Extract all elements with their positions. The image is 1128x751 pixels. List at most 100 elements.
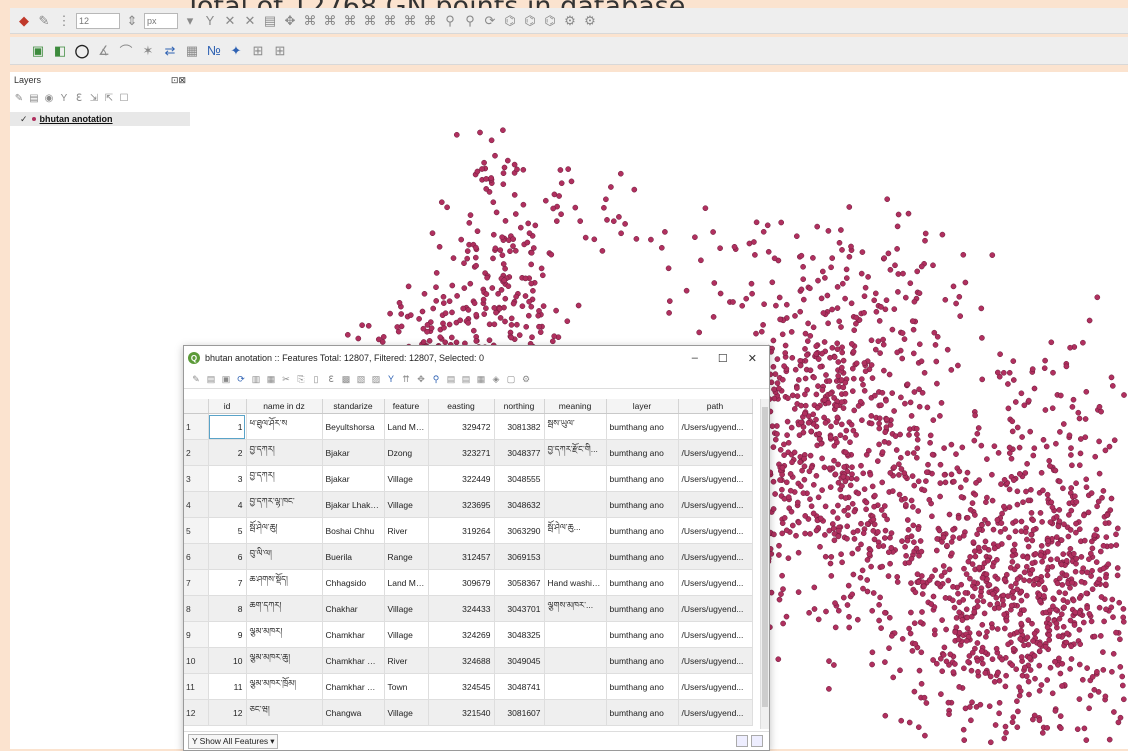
column-header[interactable]: feature (384, 399, 429, 414)
cell-id[interactable]: 5 (208, 517, 247, 544)
cell-easting[interactable]: 321540 (428, 699, 495, 726)
window-titlebar[interactable]: Q bhutan anotation :: Features Total: 12… (184, 346, 769, 370)
cell-feature[interactable]: River (384, 517, 429, 544)
cell-path[interactable]: /Users/ugyend... (678, 673, 753, 700)
cell-layer[interactable]: bumthang ano (606, 517, 679, 544)
grass-icon[interactable]: ▣ (30, 43, 46, 59)
cell-path[interactable]: /Users/ugyend... (678, 465, 753, 492)
cell-standarize[interactable]: Buerila (322, 543, 385, 570)
spin-icon[interactable]: ⇕ (124, 13, 140, 29)
cell-northing[interactable]: 3049045 (494, 647, 545, 674)
vertical-scrollbar[interactable] (760, 399, 769, 729)
table-row[interactable]: 10 10 ལྕམ་མཁར་ཆུ། Chamkhar Chhu River 32… (184, 647, 753, 674)
cell-easting[interactable]: 329472 (428, 413, 495, 440)
cell-feature[interactable]: Town (384, 673, 429, 700)
cell-name-dz[interactable]: བྱ་དཀར་ལྷ་ཁང་ (246, 491, 323, 518)
font-size-input[interactable]: 12 (76, 12, 120, 29)
move-label-icon[interactable]: ✥ (282, 13, 298, 29)
row-number[interactable]: 7 (184, 569, 209, 596)
table-row[interactable]: 6 6 བུ་ལི་ལ། Buerila Range 312457 306915… (184, 543, 753, 570)
cell-layer[interactable]: bumthang ano (606, 595, 679, 622)
invert-selection-icon[interactable]: ▧ (355, 373, 367, 385)
rotate-icon[interactable]: ⟳ (482, 13, 498, 29)
cell-meaning[interactable] (544, 491, 607, 518)
cell-path[interactable]: /Users/ugyend... (678, 647, 753, 674)
cell-layer[interactable]: bumthang ano (606, 543, 679, 570)
label-tool-5-icon[interactable]: ⌘ (382, 13, 398, 29)
cell-id[interactable]: 10 (208, 647, 247, 674)
unit-select[interactable]: px (144, 12, 178, 29)
field-calculator-icon[interactable]: ▦ (475, 373, 487, 385)
column-header[interactable]: id (208, 399, 247, 414)
cell-name-dz[interactable]: ལྕམ་མཁར་ཁྲོམ། (246, 673, 323, 700)
label-tool-7-icon[interactable]: ⌘ (422, 13, 438, 29)
cell-meaning[interactable]: སྦས་ཡུལ་ (544, 413, 607, 440)
zoom-to-icon[interactable]: ⚲ (430, 373, 442, 385)
cell-id[interactable]: 7 (208, 569, 247, 596)
cell-northing[interactable]: 3081607 (494, 699, 545, 726)
label-tool-2-icon[interactable]: ⌘ (322, 13, 338, 29)
new-field-icon[interactable]: ▤ (445, 373, 457, 385)
table-row[interactable]: 11 11 ལྕམ་མཁར་ཁྲོམ། Chamkhar Throm Town … (184, 673, 753, 700)
cell-id[interactable]: 1 (208, 413, 247, 440)
cell-northing[interactable]: 3048741 (494, 673, 545, 700)
row-header-corner[interactable] (184, 399, 209, 414)
edit-pencil-icon[interactable]: ✎ (190, 373, 202, 385)
scrollbar-thumb[interactable] (762, 407, 768, 707)
cell-northing[interactable]: 3081382 (494, 413, 545, 440)
panel-controls-icon[interactable]: ⊡⊠ (171, 75, 186, 86)
cell-meaning[interactable] (544, 465, 607, 492)
layout-icon[interactable]: ⊞ (250, 43, 266, 59)
diagram-icon[interactable]: ⌬ (502, 13, 518, 29)
table-row[interactable]: 4 4 བྱ་དཀར་ལྷ་ཁང་ Bjakar Lhakhang Villag… (184, 491, 753, 518)
row-number[interactable]: 10 (184, 647, 209, 674)
collapse-icon[interactable]: ⇱ (103, 92, 115, 104)
cell-path[interactable]: /Users/ugyend... (678, 569, 753, 596)
cell-id[interactable]: 9 (208, 621, 247, 648)
table-row[interactable]: 7 7 ཆ་ཤགས་སྡོད། Chhagsido Land Mark 3096… (184, 569, 753, 596)
settings-2-icon[interactable]: ⚙ (582, 13, 598, 29)
remove-layer-icon[interactable]: ☐ (118, 92, 130, 104)
cell-layer[interactable]: bumthang ano (606, 439, 679, 466)
column-header[interactable]: meaning (544, 399, 607, 414)
cell-meaning[interactable]: སྦོ་ཤེལ་ཆུ... (544, 517, 607, 544)
label-tool-icon[interactable]: ⌘ (302, 13, 318, 29)
cell-northing[interactable]: 3069153 (494, 543, 545, 570)
cell-name-dz[interactable]: ལྕམ་མཁར་ཆུ། (246, 647, 323, 674)
cell-feature[interactable]: Range (384, 543, 429, 570)
dock-icon[interactable]: ▢ (505, 373, 517, 385)
row-number[interactable]: 4 (184, 491, 209, 518)
cell-meaning[interactable]: བྱ་དཀར་རྫོང་གི... (544, 439, 607, 466)
delete-feature-icon[interactable]: ▦ (265, 373, 277, 385)
filter-expr-icon[interactable]: ℇ (73, 92, 85, 104)
cross-icon[interactable]: ✕ (242, 13, 258, 29)
cell-name-dz[interactable]: བུ་ལི་ལ། (246, 543, 323, 570)
layer-item-bhutan-anotation[interactable]: ✓ bhutan anotation (10, 112, 190, 126)
cell-standarize[interactable]: Chamkhar (322, 621, 385, 648)
cell-name-dz[interactable]: བྱ་དཀར། (246, 439, 323, 466)
deselect-icon[interactable]: ▨ (370, 373, 382, 385)
cell-northing[interactable]: 3048632 (494, 491, 545, 518)
cell-standarize[interactable]: Chamkhar Throm (322, 673, 385, 700)
cell-standarize[interactable]: Bjakar (322, 465, 385, 492)
settings-icon[interactable]: ⚙ (562, 13, 578, 29)
delete-field-icon[interactable]: ▤ (460, 373, 472, 385)
counter-icon[interactable]: № (206, 43, 222, 59)
table-icon[interactable]: ▦ (184, 43, 200, 59)
save-edits-icon[interactable]: ▣ (220, 373, 232, 385)
measure-icon[interactable]: ∡ (96, 43, 112, 59)
cell-meaning[interactable] (544, 543, 607, 570)
table-row[interactable]: 1 1 ཕ་ཐུལ་ཤོར་ས Beyultshorsa Land Mark 3… (184, 413, 753, 440)
cell-feature[interactable]: Dzong (384, 439, 429, 466)
row-number[interactable]: 5 (184, 517, 209, 544)
cell-path[interactable]: /Users/ugyend... (678, 491, 753, 518)
cell-name-dz[interactable]: ཆ་ཤགས་སྡོད། (246, 569, 323, 596)
diagram-3-icon[interactable]: ⌬ (542, 13, 558, 29)
minimize-button[interactable]: – (692, 352, 698, 365)
cell-feature[interactable]: River (384, 647, 429, 674)
diagram-2-icon[interactable]: ⌬ (522, 13, 538, 29)
row-number[interactable]: 2 (184, 439, 209, 466)
cell-id[interactable]: 8 (208, 595, 247, 622)
row-number[interactable]: 3 (184, 465, 209, 492)
snap-icon[interactable]: ⋮ (56, 13, 72, 29)
